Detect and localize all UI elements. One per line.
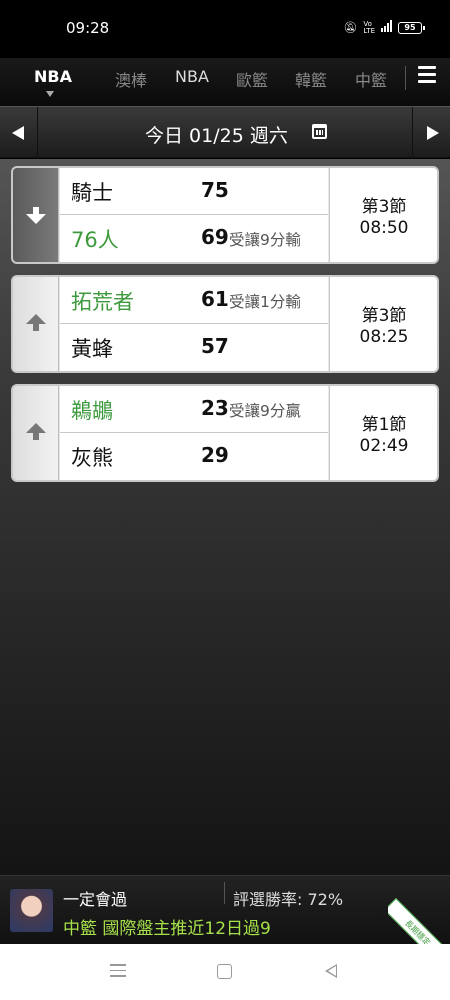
date-label[interactable]: 今日 01/25 週六	[145, 121, 288, 148]
game-period: 第1節	[361, 415, 407, 435]
mute-icon: 🔕︎	[343, 21, 358, 34]
game-clock: 08:25	[359, 327, 409, 347]
date-bar: 今日 01/25 週六	[0, 106, 450, 159]
team-name: 拓荒者	[71, 290, 134, 314]
team-row: 76人 69 受讓9分輸	[60, 215, 328, 262]
team-name: 黃蜂	[71, 337, 113, 361]
calendar-icon[interactable]	[312, 124, 327, 139]
game-clock: 08:50	[359, 218, 409, 238]
team-score: 61	[201, 287, 229, 311]
team-score: 29	[201, 443, 229, 467]
arrow-down-icon	[26, 205, 46, 225]
expert-ad-banner[interactable]: 一定會過 評選勝率: 72% 中籃 國際盤主推近12日過9 長期穩定	[0, 875, 450, 945]
ad-divider	[224, 882, 225, 904]
team-name: 灰熊	[71, 446, 113, 470]
arrow-left-icon	[12, 126, 24, 140]
expert-name: 一定會過	[63, 890, 128, 909]
system-nav-bar	[0, 944, 450, 1000]
home-icon[interactable]	[217, 964, 232, 979]
ad-ribbon: 長期穩定	[388, 876, 450, 945]
handicap-note: 受讓9分輸	[229, 231, 301, 249]
tab-euro-basketball[interactable]: 歐籃	[236, 67, 268, 91]
tab-korean-basketball[interactable]: 韓籃	[295, 67, 327, 91]
game-card[interactable]: 鵜鶘 23 受讓9分贏 灰熊 29 第1節 02:49	[11, 384, 439, 482]
team-score: 75	[201, 178, 229, 202]
score-panel: 拓荒者 61 受讓1分輸 黃蜂 57	[60, 277, 328, 371]
game-status: 第1節 02:49	[329, 386, 437, 480]
ad-headline: 中籃 國際盤主推近12日過9	[63, 919, 271, 939]
trend-indicator	[13, 386, 59, 480]
tab-nba[interactable]: NBA	[175, 67, 209, 86]
game-period: 第3節	[361, 306, 407, 326]
battery-icon: 95	[398, 21, 425, 34]
handicap-note: 受讓9分贏	[229, 402, 301, 420]
arrow-up-icon	[26, 314, 46, 334]
status-icons: 🔕︎ Vo LTE 95	[343, 19, 425, 35]
ribbon-label: 長期穩定	[388, 898, 450, 945]
tabs-divider	[405, 66, 406, 90]
team-score: 57	[201, 334, 229, 358]
status-bar: 09:28 🔕︎ Vo LTE 95	[0, 0, 450, 58]
games-list: 騎士 75 76人 69 受讓9分輸 第3節 08:50 拓荒者 61 受讓1分…	[0, 159, 450, 875]
trend-indicator	[13, 277, 59, 371]
prev-day-button[interactable]	[0, 107, 38, 159]
score-panel: 鵜鶘 23 受讓9分贏 灰熊 29	[60, 386, 328, 480]
avatar	[10, 889, 53, 932]
handicap-note: 受讓1分輸	[229, 293, 301, 311]
active-tab-indicator	[46, 91, 54, 97]
next-day-button[interactable]	[412, 107, 450, 159]
team-name: 鵜鶘	[71, 399, 113, 423]
team-row: 灰熊 29	[60, 433, 328, 480]
menu-icon[interactable]	[418, 66, 438, 86]
volte-icon: Vo LTE	[363, 19, 375, 35]
tab-australian-baseball[interactable]: 澳棒	[115, 67, 147, 91]
tab-chinese-basketball[interactable]: 中籃	[355, 67, 387, 91]
back-icon[interactable]	[325, 964, 337, 978]
team-row: 騎士 75	[60, 168, 328, 215]
trend-indicator	[13, 168, 59, 262]
game-status: 第3節 08:50	[329, 168, 437, 262]
arrow-up-icon	[26, 423, 46, 443]
game-card[interactable]: 拓荒者 61 受讓1分輸 黃蜂 57 第3節 08:25	[11, 275, 439, 373]
signal-icon	[381, 20, 392, 35]
status-time: 09:28	[66, 19, 110, 37]
arrow-right-icon	[427, 126, 439, 140]
game-clock: 02:49	[359, 436, 409, 456]
recent-apps-icon[interactable]	[110, 964, 126, 978]
score-panel: 騎士 75 76人 69 受讓9分輸	[60, 168, 328, 262]
tab-nba-main[interactable]: NBA	[34, 67, 72, 86]
win-rate: 評選勝率: 72%	[233, 890, 344, 909]
team-name: 76人	[71, 228, 119, 252]
team-score: 23	[201, 396, 229, 420]
game-status: 第3節 08:25	[329, 277, 437, 371]
team-row: 鵜鶘 23 受讓9分贏	[60, 386, 328, 433]
team-row: 黃蜂 57	[60, 324, 328, 371]
team-row: 拓荒者 61 受讓1分輸	[60, 277, 328, 324]
game-card[interactable]: 騎士 75 76人 69 受讓9分輸 第3節 08:50	[11, 166, 439, 264]
team-score: 69	[201, 225, 229, 249]
team-name: 騎士	[71, 181, 113, 205]
game-period: 第3節	[361, 197, 407, 217]
